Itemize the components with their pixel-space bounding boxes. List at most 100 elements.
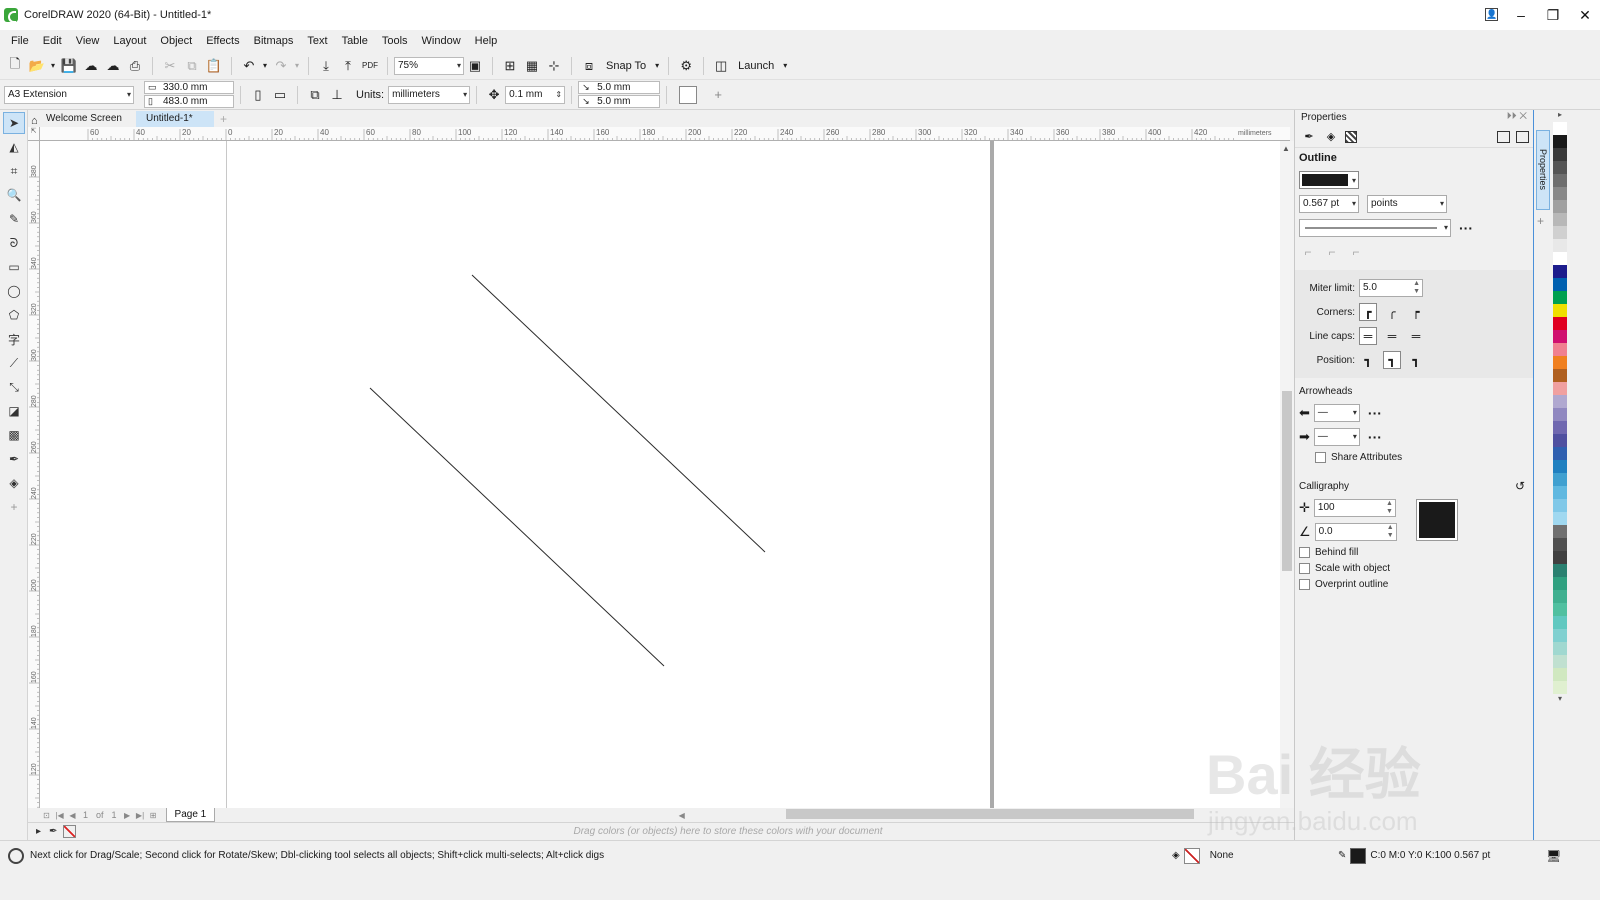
restore-button[interactable]: ❐ <box>1544 6 1562 24</box>
zoom-level-select[interactable]: 75% ▾ <box>394 56 464 75</box>
palette-color-swatch[interactable] <box>1553 642 1567 655</box>
transparency-tab-icon[interactable] <box>1345 130 1357 143</box>
transparency-tool-icon[interactable]: ▩ <box>3 424 25 446</box>
paste-icon[interactable]: 📋 <box>203 55 225 77</box>
outside-position-icon[interactable]: ┓ <box>1359 351 1377 369</box>
undo-icon[interactable]: ↶ <box>238 55 260 77</box>
interactive-fill-tool-icon[interactable]: ◈ <box>3 472 25 494</box>
print-icon[interactable]: ⎙ <box>124 55 146 77</box>
nib-shape-preview[interactable] <box>1417 500 1457 540</box>
horizontal-ruler[interactable]: 60 40 20 0 20 40 60 80 100 120 140 160 180 200 220 240 2… <box>40 127 1290 141</box>
tab-welcome-screen[interactable]: ⌂ Welcome Screen <box>28 111 136 127</box>
cloud-upload-icon[interactable]: ☁ <box>80 55 102 77</box>
palette-color-swatch[interactable] <box>1553 603 1567 616</box>
palette-color-swatch[interactable] <box>1553 486 1567 499</box>
drop-shadow-tool-icon[interactable]: ◪ <box>3 400 25 422</box>
menu-view[interactable]: View <box>69 35 107 47</box>
scale-with-object-checkbox[interactable] <box>1299 562 1310 574</box>
palette-color-swatch[interactable] <box>1553 278 1567 291</box>
palette-color-swatch[interactable] <box>1553 330 1567 343</box>
share-attributes-checkbox[interactable] <box>1315 451 1326 463</box>
palette-color-swatch[interactable] <box>1553 304 1567 317</box>
palette-color-swatch[interactable] <box>1553 512 1567 525</box>
palette-color-swatch[interactable] <box>1553 668 1567 681</box>
palette-color-swatch[interactable] <box>1553 213 1567 226</box>
ruler-origin[interactable]: ⇱ <box>28 127 40 141</box>
palette-color-swatch[interactable] <box>1553 564 1567 577</box>
round-cap-icon[interactable]: ═ <box>1383 327 1401 345</box>
outline-color-picker[interactable]: ▾ <box>1299 171 1359 189</box>
outline-pen-tab-icon[interactable]: ✒ <box>1301 129 1317 145</box>
palette-color-swatch[interactable] <box>1553 382 1567 395</box>
launch-dropdown-icon[interactable]: ▾ <box>780 55 790 77</box>
outline-units-select[interactable]: points ▾ <box>1367 195 1447 213</box>
centered-position-icon[interactable]: ┓ <box>1383 351 1401 369</box>
duplicate-x-field[interactable]: ↘ 5.0 mm <box>578 80 661 94</box>
palette-color-swatch[interactable] <box>1553 356 1567 369</box>
palette-color-swatch[interactable] <box>1553 525 1567 538</box>
outline-width-field[interactable]: 0.567 pt ▾ <box>1299 195 1359 213</box>
line-object[interactable] <box>471 274 766 553</box>
palette-color-swatch[interactable] <box>1553 616 1567 629</box>
palette-color-swatch[interactable] <box>1553 135 1567 148</box>
artistic-media-tool-icon[interactable]: ᘐ <box>3 232 25 254</box>
palette-color-swatch[interactable] <box>1553 447 1567 460</box>
snap-to-button[interactable]: Snap To <box>606 60 646 72</box>
bevel-corner-icon[interactable]: ┍ <box>1407 303 1425 321</box>
corner-preset-icon[interactable]: ⌐ <box>1347 243 1365 261</box>
close-button[interactable]: ✕ <box>1576 6 1594 24</box>
menu-window[interactable]: Window <box>415 35 468 47</box>
behind-fill-row[interactable]: Behind fill <box>1295 544 1533 560</box>
add-tool-icon[interactable]: + <box>3 496 25 518</box>
angle-field[interactable]: 0.0 ▲ ▼ <box>1314 523 1397 541</box>
share-attributes-row[interactable]: Share Attributes <box>1295 449 1533 465</box>
more-options-icon[interactable]: ··· <box>1459 221 1473 235</box>
crop-tool-icon[interactable]: ⌗ <box>3 160 25 182</box>
docker-controls-icon[interactable]: ⏵⏵ ✕ <box>1507 111 1527 122</box>
page-border-button[interactable] <box>679 85 698 104</box>
parallel-dimension-tool-icon[interactable]: ⟋ <box>3 352 25 374</box>
pick-tool-icon[interactable]: ➤ <box>3 112 25 134</box>
behind-fill-checkbox[interactable] <box>1299 546 1310 558</box>
show-grid-icon[interactable]: ▦ <box>521 55 543 77</box>
palette-color-swatch[interactable] <box>1553 421 1567 434</box>
prev-page-icon[interactable]: ◀ <box>66 811 79 820</box>
palette-color-swatch[interactable] <box>1553 460 1567 473</box>
palette-color-swatch[interactable] <box>1553 538 1567 551</box>
rectangle-tool-icon[interactable]: ▭ <box>3 256 25 278</box>
palette-color-swatch[interactable] <box>1553 681 1567 694</box>
overprint-outline-row[interactable]: Overprint outline <box>1295 576 1533 592</box>
end-arrowhead-select[interactable]: — ▾ <box>1313 428 1360 446</box>
new-document-icon[interactable]: 🗋 <box>4 55 26 77</box>
palette-color-swatch[interactable] <box>1553 148 1567 161</box>
butt-cap-icon[interactable]: ═ <box>1359 327 1377 345</box>
cloud-download-icon[interactable]: ☁ <box>102 55 124 77</box>
spinner-icon[interactable]: ▲ ▼ <box>1413 280 1420 296</box>
round-corner-icon[interactable]: ╭ <box>1383 303 1401 321</box>
palette-color-swatch[interactable] <box>1553 343 1567 356</box>
launch-button[interactable]: Launch <box>738 60 774 72</box>
palette-color-swatch[interactable] <box>1553 551 1567 564</box>
redo-icon[interactable]: ↷ <box>270 55 292 77</box>
add-icon[interactable]: + <box>707 84 729 106</box>
undo-dropdown-icon[interactable]: ▾ <box>260 55 270 77</box>
show-rulers-icon[interactable]: ⊞ <box>499 55 521 77</box>
last-page-icon[interactable]: ▶| <box>134 811 147 820</box>
next-page-icon[interactable]: ▶ <box>121 811 134 820</box>
units-select[interactable]: millimeters ▾ <box>388 85 471 104</box>
corner-preset-icon[interactable]: ⌐ <box>1299 243 1317 261</box>
drawing-canvas[interactable] <box>40 141 1280 808</box>
stretch-field[interactable]: 100 ▲ ▼ <box>1313 499 1396 517</box>
spinner-icon[interactable]: ▲ ▼ <box>1386 500 1393 516</box>
palette-scroll-up-icon[interactable]: ▸ <box>1552 110 1568 122</box>
summary-view-icon[interactable] <box>1497 130 1510 143</box>
landscape-icon[interactable]: ▭ <box>269 84 291 106</box>
portrait-icon[interactable]: ▯ <box>247 84 269 106</box>
options-gear-icon[interactable]: ⚙ <box>675 55 697 77</box>
show-guidelines-icon[interactable]: ⊹ <box>543 55 565 77</box>
fill-tab-icon[interactable]: ◈ <box>1323 129 1339 145</box>
open-icon[interactable]: 📂 <box>26 55 48 77</box>
gear-icon[interactable] <box>8 847 24 864</box>
menu-effects[interactable]: Effects <box>199 35 246 47</box>
menu-help[interactable]: Help <box>468 35 505 47</box>
